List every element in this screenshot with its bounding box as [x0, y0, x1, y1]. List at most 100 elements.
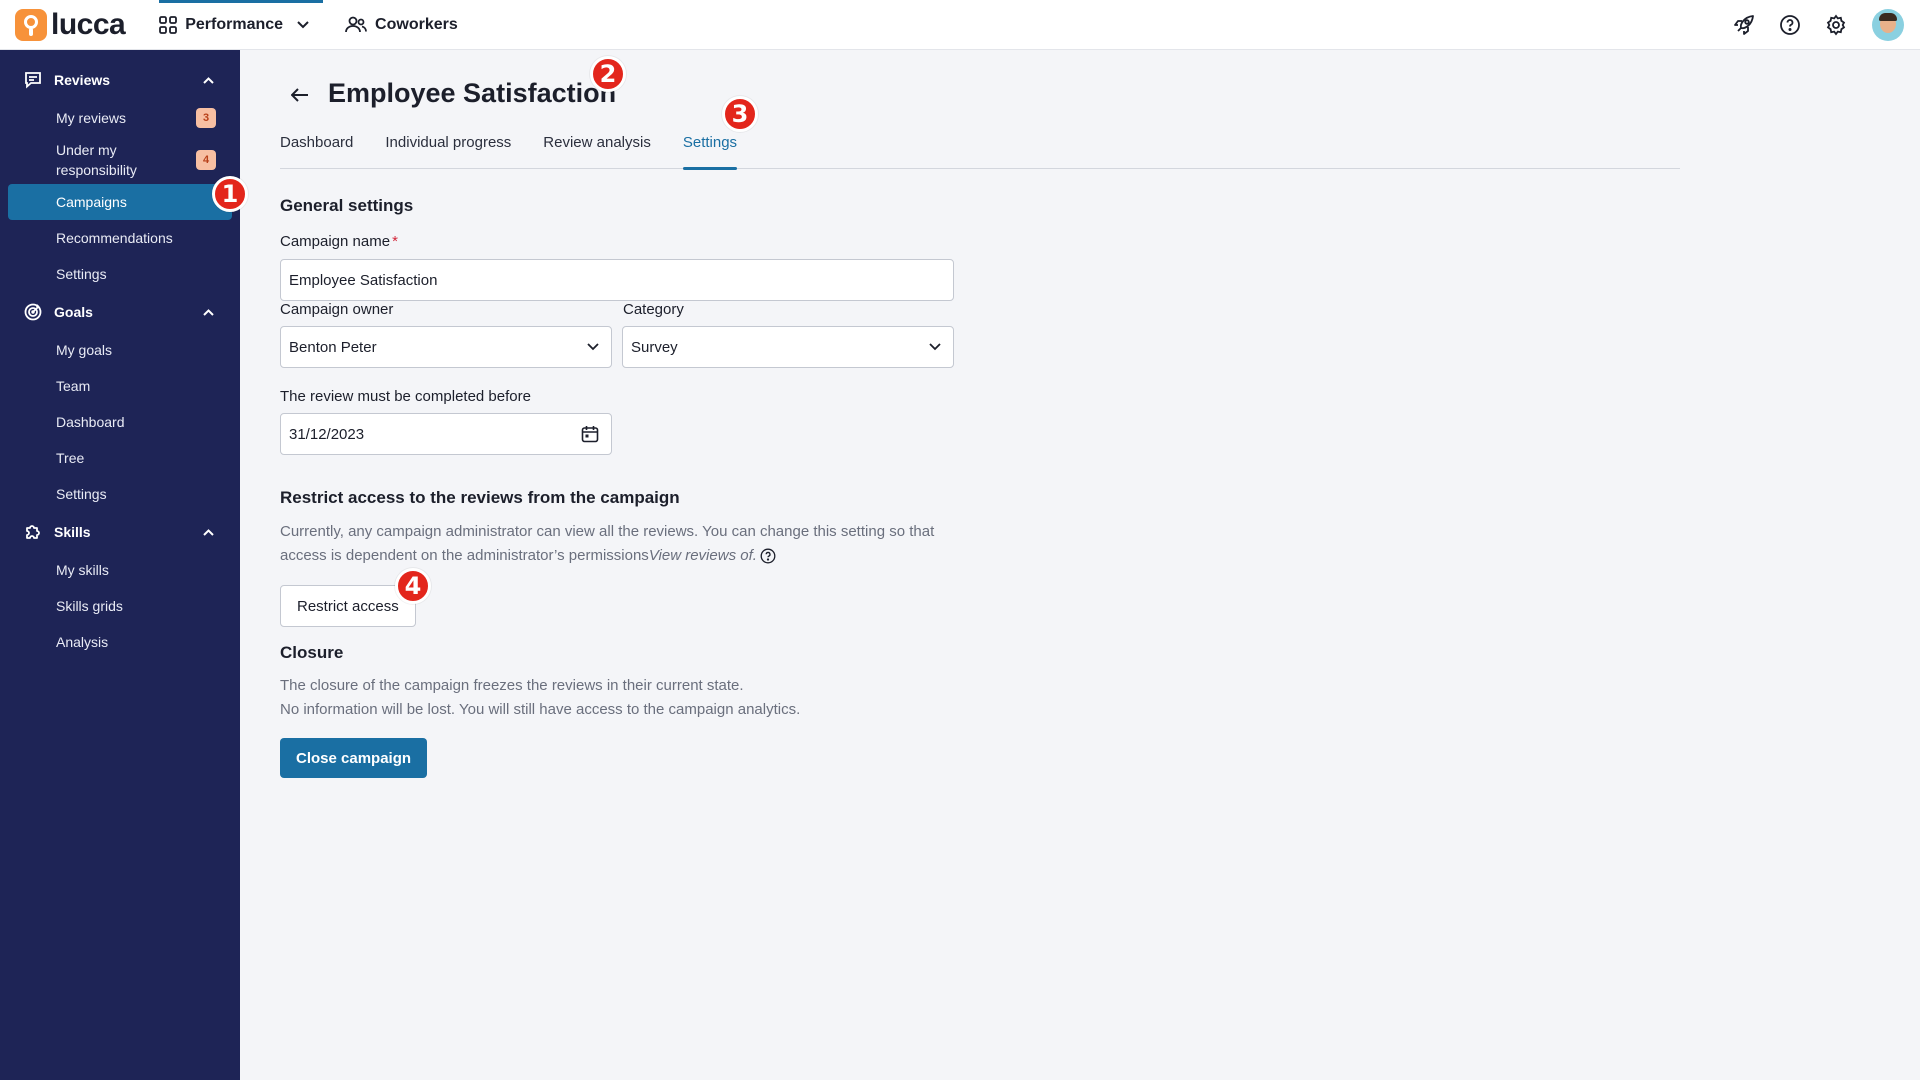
sidebar-item-label: My skills: [56, 562, 109, 578]
top-nav-performance-label: Performance: [185, 15, 284, 33]
help-circle-icon[interactable]: [760, 548, 776, 564]
sidebar-item-my-goals[interactable]: My goals: [8, 332, 232, 368]
page-title: Employee Satisfaction: [328, 78, 617, 108]
sidebar-item-team[interactable]: Team: [8, 368, 232, 404]
count-badge: 3: [196, 108, 216, 128]
target-icon: [24, 303, 42, 321]
tab-review-analysis[interactable]: Review analysis: [543, 129, 651, 169]
sidebar-item-label: Skills grids: [56, 598, 123, 614]
sidebar-item-label: Team: [56, 378, 91, 394]
sidebar-section-goals[interactable]: Goals: [0, 292, 240, 332]
chevron-up-icon: [203, 308, 214, 316]
sidebar-item-goal-settings[interactable]: Settings: [8, 476, 232, 512]
top-nav: Performance Coworkers: [153, 0, 488, 50]
sidebar-section-reviews[interactable]: Reviews: [0, 60, 240, 100]
category-value: Survey: [631, 338, 678, 356]
restrict-access-heading: Restrict access to the reviews from the …: [280, 488, 680, 507]
chevron-up-icon: [203, 76, 214, 84]
sidebar-item-label: My reviews: [56, 110, 127, 126]
arrow-left-icon: [291, 88, 308, 102]
deadline-label: The review must be completed before: [280, 388, 531, 405]
chevron-down-icon: [297, 20, 309, 28]
sidebar-item-label: Under my responsibility: [56, 142, 137, 178]
puzzle-icon: [26, 525, 40, 539]
chevron-up-icon: [203, 528, 214, 536]
sidebar-item-analysis[interactable]: Analysis: [8, 624, 232, 660]
restrict-desc-line2: access is dependent on the administrator…: [280, 547, 649, 564]
top-nav-coworkers[interactable]: Coworkers: [339, 0, 464, 50]
closure-desc-line1: The closure of the campaign freezes the …: [280, 677, 744, 694]
top-nav-performance[interactable]: Performance: [153, 0, 323, 50]
sidebar-item-label: Dashboard: [56, 414, 125, 430]
sidebar-item-recommendations[interactable]: Recommendations: [8, 220, 232, 256]
reviews-icon: [25, 72, 41, 89]
permission-name: View reviews of.: [648, 547, 757, 564]
lucca-logo-icon: [15, 8, 47, 41]
closure-desc-line2: No information will be lost. You will st…: [280, 701, 801, 718]
top-bar: lucca Performance Coworkers: [0, 0, 1920, 50]
category-select[interactable]: Survey: [622, 326, 954, 368]
sidebar-item-label: Recommendations: [56, 230, 173, 246]
tab-dashboard[interactable]: Dashboard: [280, 129, 353, 169]
sidebar-item-campaigns[interactable]: Campaigns: [8, 184, 232, 220]
lucca-logo[interactable]: lucca: [15, 0, 126, 50]
main-content: Employee Satisfaction Dashboard Individu…: [240, 50, 1920, 1080]
campaign-owner-label: Campaign owner: [280, 301, 394, 318]
tab-bar: Dashboard Individual progress Review ana…: [280, 129, 1680, 170]
category-label: Category: [623, 301, 684, 318]
campaign-owner-value: Benton Peter: [289, 338, 377, 356]
sidebar-item-review-settings[interactable]: Settings: [8, 256, 232, 292]
chevron-down-icon: [929, 343, 941, 351]
general-settings-heading: General settings: [280, 196, 414, 215]
sidebar-item-label: Campaigns: [56, 194, 127, 210]
sidebar-item-skills-grids[interactable]: Skills grids: [8, 588, 232, 624]
sidebar-item-my-skills[interactable]: My skills: [8, 552, 232, 588]
sidebar-item-label: Settings: [56, 486, 107, 502]
campaign-name-value: Employee Satisfaction: [289, 271, 438, 289]
sidebar-item-label: Tree: [56, 450, 85, 466]
back-button[interactable]: [288, 83, 312, 107]
avatar[interactable]: [1872, 8, 1904, 41]
step-marker-4: 4: [395, 568, 431, 604]
closure-heading: Closure: [280, 643, 344, 662]
gear-icon[interactable]: [1824, 13, 1848, 37]
calendar-icon[interactable]: [581, 425, 599, 443]
deadline-date-input[interactable]: 31/12/2023: [280, 413, 612, 455]
sidebar-section-label: Goals: [54, 304, 93, 320]
close-campaign-button[interactable]: Close campaign: [280, 738, 428, 778]
sidebar-item-label: Analysis: [56, 634, 109, 650]
step-marker-3: 3: [722, 96, 758, 132]
sidebar-item-under-my-responsibility[interactable]: Under my responsibility 4: [8, 136, 232, 184]
top-nav-coworkers-label: Coworkers: [375, 15, 458, 33]
campaign-name-input[interactable]: Employee Satisfaction: [280, 259, 954, 301]
tab-individual-progress[interactable]: Individual progress: [385, 129, 511, 169]
people-icon: [345, 16, 367, 32]
sidebar-item-tree[interactable]: Tree: [8, 440, 232, 476]
apps-grid-icon: [159, 15, 178, 34]
sidebar-section-skills[interactable]: Skills: [0, 512, 240, 552]
tab-settings[interactable]: Settings: [682, 129, 738, 170]
required-mark: *: [392, 233, 398, 250]
sidebar: Reviews My reviews 3 Under my responsibi…: [0, 50, 240, 1080]
help-icon[interactable]: [1778, 13, 1802, 37]
campaign-owner-select[interactable]: Benton Peter: [280, 326, 612, 368]
restrict-desc-line1: Currently, any campaign administrator ca…: [280, 523, 935, 540]
sidebar-section-label: Reviews: [54, 72, 111, 88]
sidebar-item-label: My goals: [56, 342, 113, 358]
restrict-desc-line2-row: access is dependent on the administrator…: [280, 544, 934, 568]
brand-name: lucca: [51, 7, 126, 41]
chevron-down-icon: [587, 343, 599, 351]
top-right-actions: [1710, 0, 1920, 50]
deadline-value: 31/12/2023: [289, 425, 365, 443]
count-badge: 4: [196, 150, 216, 170]
campaign-name-label: Campaign name *: [280, 233, 398, 250]
sidebar-item-my-reviews[interactable]: My reviews 3: [8, 100, 232, 136]
step-marker-2: 2: [590, 56, 626, 92]
restrict-access-description: Currently, any campaign administrator ca…: [280, 520, 934, 568]
sidebar-item-label: Settings: [56, 266, 107, 282]
sidebar-section-label: Skills: [54, 524, 91, 540]
sidebar-item-dashboard[interactable]: Dashboard: [8, 404, 232, 440]
rocket-icon[interactable]: [1732, 13, 1756, 37]
closure-description: The closure of the campaign freezes the …: [280, 674, 800, 722]
campaign-name-label-text: Campaign name: [280, 233, 391, 250]
